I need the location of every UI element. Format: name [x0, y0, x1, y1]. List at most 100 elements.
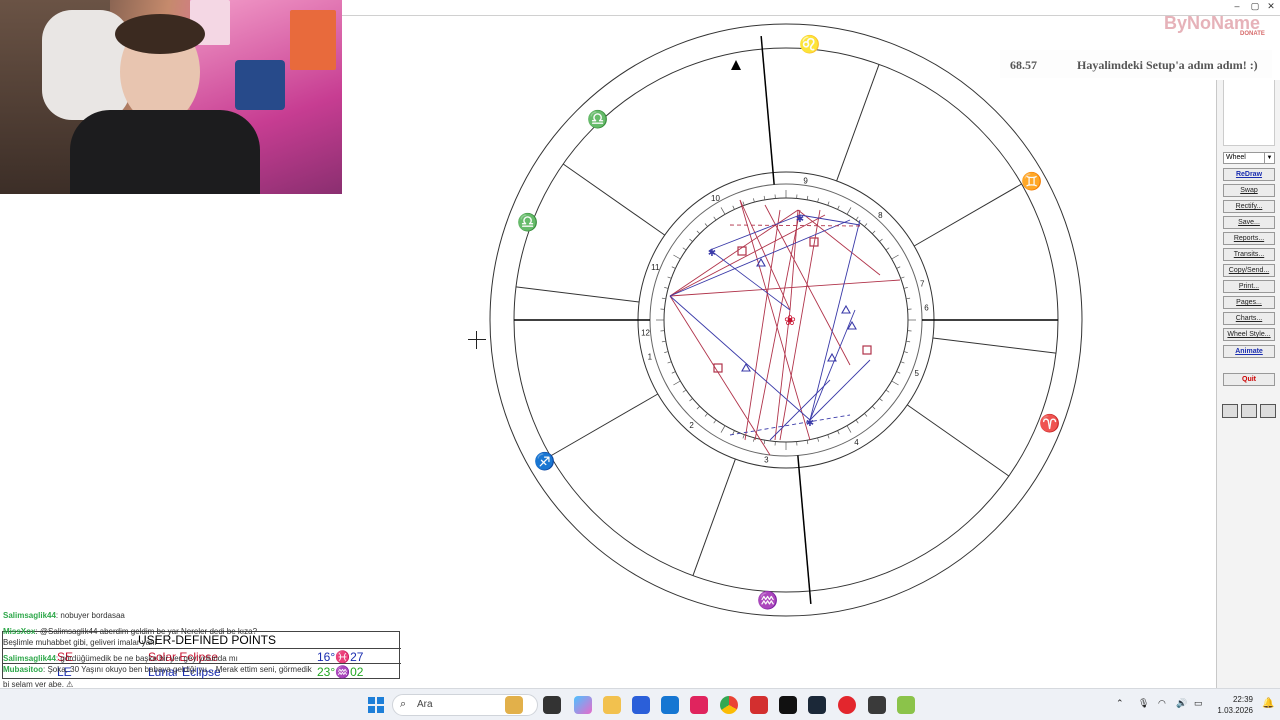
- app-l-icon[interactable]: [750, 696, 768, 714]
- house-number: 6: [924, 304, 929, 313]
- panel-button-copysend[interactable]: Copy/Send...: [1223, 264, 1275, 277]
- panel-button-quit[interactable]: Quit: [1223, 373, 1275, 386]
- copilot-icon[interactable]: [574, 696, 592, 714]
- obs-icon[interactable]: [868, 696, 886, 714]
- wheel-type-select[interactable]: Wheel ▼: [1223, 152, 1275, 164]
- search-icon: ⌕: [400, 698, 407, 710]
- degree-tick: [864, 223, 868, 227]
- aspect-line-red: [669, 279, 901, 297]
- panel-button-rectify[interactable]: Rectify...: [1223, 200, 1275, 213]
- panel-button-save[interactable]: Save...: [1223, 216, 1275, 229]
- house-number: 3: [764, 456, 769, 465]
- house-cusp-line: [932, 337, 1057, 354]
- degree-tick: [806, 440, 809, 445]
- aspect-line-blue: [809, 309, 856, 421]
- chat-message: Mubasitoo: Şoka, 30 Yaşını okuyo ben bab…: [3, 664, 312, 675]
- degree-tick: [713, 419, 717, 424]
- chart-app-icon[interactable]: [897, 696, 915, 714]
- degree-tick: [763, 440, 766, 445]
- task-view-icon[interactable]: [543, 696, 561, 714]
- wheel-type-value: Wheel: [1226, 154, 1246, 161]
- degree-tick: [682, 389, 687, 393]
- opera-icon[interactable]: [838, 696, 856, 714]
- degree-tick: [661, 340, 666, 343]
- degree-tick: [671, 371, 676, 374]
- house-number: 2: [689, 421, 694, 430]
- sextile-aspect-marker: ✱: [796, 214, 804, 225]
- house-number: 10: [711, 194, 720, 203]
- chevron-up-icon[interactable]: ⌃: [1116, 698, 1124, 709]
- file-explorer-icon[interactable]: [603, 696, 621, 714]
- degree-tick: [903, 351, 908, 353]
- panel-button-print[interactable]: Print...: [1223, 280, 1275, 293]
- volume-icon[interactable]: 🔊: [1176, 698, 1187, 709]
- outlook-icon[interactable]: [661, 696, 679, 714]
- taskbar: ⌕ Ara ⌃ 🎙 ◠ 🔊 ▭ 22:39 1.03.2026 🔔: [0, 688, 1280, 720]
- chat-text: : Şoka, 30 Yaşını okuyo ben babaya geldi…: [43, 665, 312, 674]
- chrome-icon[interactable]: [720, 696, 738, 714]
- midheaven-axis: [760, 36, 775, 185]
- start-button[interactable]: [368, 697, 384, 713]
- degree-tick: [891, 254, 899, 260]
- degree-tick: [673, 254, 681, 260]
- degree-tick: [720, 207, 726, 215]
- degree-tick: [879, 398, 883, 402]
- aspect-line-red: [744, 209, 781, 441]
- trine-aspect-marker: [741, 362, 751, 372]
- degree-tick: [696, 406, 700, 410]
- panel-button-transits[interactable]: Transits...: [1223, 248, 1275, 261]
- panel-button-wheelstyle[interactable]: Wheel Style...: [1223, 328, 1275, 341]
- degree-tick: [846, 207, 852, 215]
- house-cusp-line: [913, 183, 1022, 247]
- degree-tick: [806, 195, 809, 200]
- game-app-icon[interactable]: [505, 696, 523, 714]
- panel-button-pages[interactable]: Pages...: [1223, 296, 1275, 309]
- degree-tick: [664, 351, 669, 353]
- square-aspect-marker: [737, 246, 747, 256]
- microphone-icon[interactable]: 🎙: [1138, 698, 1149, 709]
- degree-tick: [689, 398, 693, 402]
- wifi-icon[interactable]: ◠: [1158, 698, 1166, 709]
- zodiac-sign-glyph: ♈: [1039, 413, 1060, 433]
- chat-text: Beşlimle muhabbet gibi, geliveri imalar …: [3, 638, 157, 647]
- house-number: 1: [648, 352, 653, 361]
- monitor-icon[interactable]: [1222, 404, 1238, 418]
- tiktok-icon[interactable]: [779, 696, 797, 714]
- aspect-line-dashed: [729, 224, 861, 227]
- search-placeholder: Ara: [417, 699, 433, 710]
- chat-message: Beşlimle muhabbet gibi, geliveri imalar …: [3, 637, 156, 648]
- globe-icon[interactable]: [1260, 404, 1276, 418]
- printer-icon[interactable]: [1241, 404, 1257, 418]
- clock[interactable]: 22:39 1.03.2026: [1213, 694, 1253, 716]
- notification-bell-icon[interactable]: 🔔: [1262, 698, 1274, 709]
- donation-goal-text: Hayalimdeki Setup'a adım adım! :): [1077, 58, 1258, 72]
- tiktok-live-icon[interactable]: [690, 696, 708, 714]
- panel-button-reports[interactable]: Reports...: [1223, 232, 1275, 245]
- degree-tick: [671, 266, 676, 269]
- degree-tick: [906, 340, 911, 343]
- panel-button-animate[interactable]: Animate: [1223, 345, 1275, 358]
- degree-tick: [896, 266, 901, 269]
- house-number: 11: [651, 263, 660, 272]
- degree-tick: [720, 425, 726, 433]
- degree-tick: [885, 247, 890, 251]
- trine-aspect-marker: [841, 304, 851, 314]
- panel-button-charts[interactable]: Charts...: [1223, 312, 1275, 325]
- clock-date: 1.03.2026: [1217, 706, 1253, 715]
- chart-wheel[interactable]: 123456789101112♌♎♎♐♒♈♊✱✱✱❀: [480, 20, 1090, 620]
- aspect-line-blue: [769, 379, 831, 441]
- store-icon[interactable]: [632, 696, 650, 714]
- degree-tick: [864, 413, 868, 417]
- panel-preview: [1223, 80, 1275, 146]
- trine-aspect-marker: [827, 352, 837, 362]
- panel-button-redraw[interactable]: ReDraw: [1223, 168, 1275, 181]
- degree-tick: [837, 205, 840, 210]
- degree-tick: [906, 297, 911, 300]
- house-cusp-line: [836, 64, 880, 182]
- battery-icon[interactable]: ▭: [1194, 698, 1203, 709]
- house-number: 8: [878, 211, 883, 220]
- degree-tick: [903, 287, 908, 289]
- steam-icon[interactable]: [808, 696, 826, 714]
- panel-button-swap[interactable]: Swap: [1223, 184, 1275, 197]
- house-cusp-line: [906, 404, 1010, 477]
